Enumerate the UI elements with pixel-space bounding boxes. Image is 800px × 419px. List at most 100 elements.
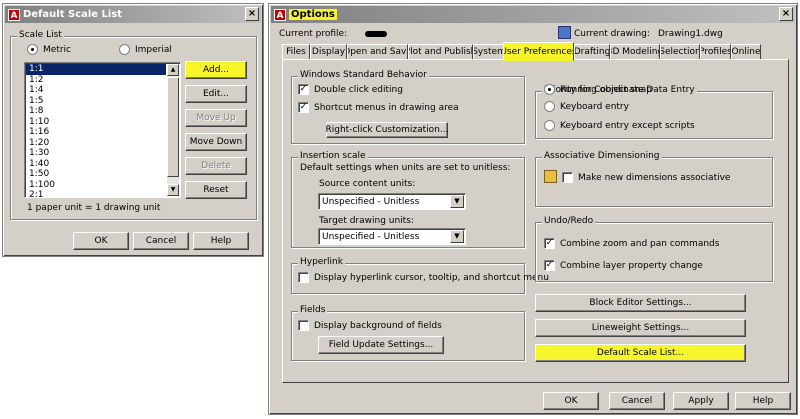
scale-items: 1:1 1:2 1:4 1:5 1:8 1:10 1:16 1:20 1:30 1:40 1:50 1…: [26, 64, 166, 197]
scale-ok-button[interactable]: OK: [73, 232, 129, 250]
scale-dialog-titlebar[interactable]: A Default Scale List ×: [5, 6, 261, 23]
tab-drafting[interactable]: Drafting: [574, 44, 610, 60]
running-object-snap-radio[interactable]: Running object snap: [544, 84, 652, 95]
target-units-text: Target drawing units:: [319, 216, 414, 226]
imperial-radio[interactable]: Imperial: [119, 44, 172, 55]
default-scale-list-button[interactable]: Default Scale List...: [535, 344, 746, 362]
scale-list-item[interactable]: 1:5: [26, 96, 166, 107]
close-icon[interactable]: ×: [779, 7, 793, 21]
tab-online[interactable]: Online: [731, 44, 761, 60]
metric-radio[interactable]: Metric: [27, 44, 71, 55]
scale-list-item[interactable]: 1:1: [26, 64, 166, 75]
close-icon[interactable]: ×: [245, 7, 259, 21]
combine-zoom-checkbox[interactable]: ✓ Combine zoom and pan commands: [544, 238, 719, 249]
radio-dot-icon: [27, 44, 38, 55]
options-help-button[interactable]: Help: [735, 392, 791, 410]
scale-list-item[interactable]: 1:100: [26, 180, 166, 191]
tab-plot-and-publish[interactable]: Plot and Publish: [408, 44, 473, 60]
chevron-down-icon[interactable]: ▼: [450, 230, 464, 243]
current-drawing-value: Drawing1.dwg: [658, 29, 723, 39]
tab-display[interactable]: Display: [310, 44, 347, 60]
default-scale-list-dialog: A Default Scale List × Scale List Metric…: [2, 3, 264, 257]
move-down-button[interactable]: Move Down: [185, 133, 247, 151]
combine-layer-checkbox[interactable]: ✓ Combine layer property change: [544, 260, 703, 271]
fields-checkbox[interactable]: Display background of fields: [298, 320, 442, 331]
fields-label: Fields: [298, 305, 328, 315]
tab-3d-modeling[interactable]: 3D Modeling: [610, 44, 660, 60]
tab-user-preferences[interactable]: User Preferences: [503, 42, 574, 61]
scale-list-item[interactable]: 1:20: [26, 138, 166, 149]
autocad-icon: A: [274, 8, 286, 21]
insertion-description: Default settings when units are set to u…: [300, 163, 510, 173]
scale-list-item[interactable]: 1:4: [26, 85, 166, 96]
checkbox-box-icon: [298, 272, 309, 283]
scale-list-item[interactable]: 2:1: [26, 190, 166, 197]
check-icon: ✓: [544, 238, 555, 249]
tab-selection[interactable]: Selection: [660, 44, 700, 60]
hyperlink-label: Hyperlink: [298, 257, 345, 267]
hyperlink-checkbox[interactable]: Display hyperlink cursor, tooltip, and s…: [298, 272, 549, 283]
associative-group: Associative Dimensioning Make new dimens…: [535, 151, 773, 207]
scale-list-item[interactable]: 1:40: [26, 159, 166, 170]
associative-checkbox[interactable]: Make new dimensions associative: [562, 172, 730, 183]
options-ok-button[interactable]: OK: [543, 392, 599, 410]
radio-dot-icon: [544, 101, 555, 112]
edit-button[interactable]: Edit...: [185, 85, 247, 103]
listbox-scrollbar[interactable]: ▲ ▼: [167, 64, 179, 196]
keyboard-except-scripts-label: Keyboard entry except scripts: [560, 120, 695, 131]
options-cancel-button[interactable]: Cancel: [609, 392, 665, 410]
tab-files[interactable]: Files: [282, 44, 310, 60]
move-up-button[interactable]: Move Up: [185, 109, 247, 127]
keyboard-entry-radio[interactable]: Keyboard entry: [544, 101, 629, 112]
double-click-checkbox[interactable]: ✓ Double click editing: [298, 84, 403, 95]
keyboard-except-scripts-radio[interactable]: Keyboard entry except scripts: [544, 120, 695, 131]
shortcut-menus-checkbox[interactable]: ✓ Shortcut menus in drawing area: [298, 102, 459, 113]
scale-cancel-button[interactable]: Cancel: [133, 232, 189, 250]
undo-redo-label: Undo/Redo: [542, 216, 596, 226]
scroll-up-icon[interactable]: ▲: [167, 64, 179, 76]
scale-list-item[interactable]: 1:2: [26, 75, 166, 86]
scale-list-label: Scale List: [17, 30, 64, 40]
windows-behavior-label: Windows Standard Behavior: [298, 70, 429, 80]
options-titlebar[interactable]: A Options ×: [271, 6, 795, 23]
scroll-thumb[interactable]: [167, 77, 179, 177]
check-icon: ✓: [298, 102, 309, 113]
scale-list-item[interactable]: 1:50: [26, 169, 166, 180]
tab-system[interactable]: System: [473, 44, 505, 60]
reset-button[interactable]: Reset: [185, 181, 247, 199]
imperial-label: Imperial: [135, 44, 172, 55]
scale-help-button[interactable]: Help: [193, 232, 249, 250]
scale-list-item[interactable]: 1:30: [26, 148, 166, 159]
priority-group: Priority for Coordinate Data Entry Runni…: [535, 84, 773, 139]
current-drawing-label: Current drawing:: [574, 29, 650, 39]
options-apply-button[interactable]: Apply: [673, 392, 729, 410]
scale-dialog-title: Default Scale List: [23, 9, 123, 20]
checkbox-box-icon: [562, 172, 573, 183]
block-editor-settings-button[interactable]: Block Editor Settings...: [535, 294, 746, 312]
source-units-label: Source content units:: [319, 179, 415, 189]
right-click-customization-button[interactable]: Right-click Customization...: [326, 122, 448, 138]
delete-button[interactable]: Delete: [185, 157, 247, 175]
radio-dot-icon: [544, 84, 555, 95]
scale-list-item[interactable]: 1:16: [26, 127, 166, 138]
scale-list-item[interactable]: 1:10: [26, 117, 166, 128]
scroll-down-icon[interactable]: ▼: [167, 184, 179, 196]
target-units-value: Unspecified - Unitless: [322, 231, 420, 242]
fields-group: Fields Display background of fields Fiel…: [291, 305, 525, 361]
target-units-select[interactable]: Unspecified - Unitless ▼: [318, 228, 466, 245]
shortcut-menus-label: Shortcut menus in drawing area: [314, 102, 459, 113]
lineweight-settings-button[interactable]: Lineweight Settings...: [535, 319, 746, 337]
source-units-select[interactable]: Unspecified - Unitless ▼: [318, 193, 466, 210]
tab-open-and-save[interactable]: Open and Save: [347, 44, 408, 60]
hyperlink-group: Hyperlink Display hyperlink cursor, tool…: [291, 257, 549, 294]
scale-listbox[interactable]: 1:1 1:2 1:4 1:5 1:8 1:10 1:16 1:20 1:30 1:40 1:50 1…: [24, 62, 181, 198]
radio-dot-icon: [544, 120, 555, 131]
current-profile-label: Current profile:: [279, 29, 348, 39]
dimension-icon: [544, 170, 557, 183]
add-button[interactable]: Add...: [185, 61, 247, 79]
scale-list-item[interactable]: 1:8: [26, 106, 166, 117]
chevron-down-icon[interactable]: ▼: [450, 195, 464, 208]
tab-profiles[interactable]: Profiles: [700, 44, 731, 60]
field-update-settings-button[interactable]: Field Update Settings...: [318, 336, 444, 354]
windows-behavior-group: Windows Standard Behavior ✓ Double click…: [291, 70, 525, 144]
